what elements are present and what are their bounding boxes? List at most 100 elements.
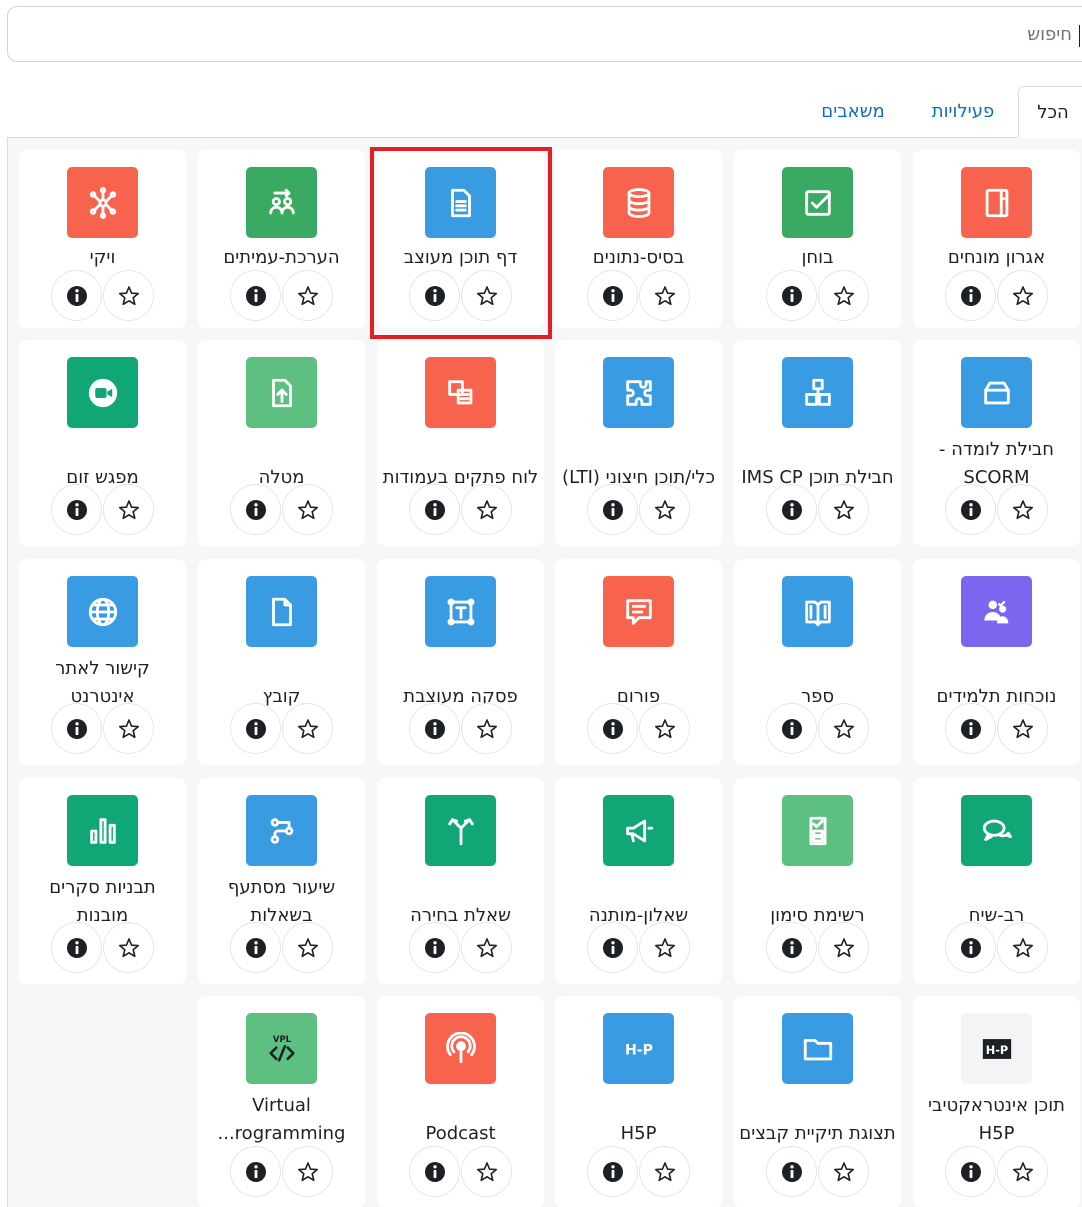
info-button[interactable]	[409, 922, 460, 973]
info-button[interactable]	[587, 484, 638, 535]
info-button[interactable]	[766, 1146, 817, 1197]
info-button[interactable]	[409, 703, 460, 754]
star-button[interactable]	[639, 270, 690, 321]
info-button[interactable]	[587, 270, 638, 321]
svg-text:H-P: H-P	[985, 1042, 1008, 1056]
star-button[interactable]	[818, 484, 869, 535]
info-button[interactable]	[230, 703, 281, 754]
star-button[interactable]	[282, 270, 333, 321]
module-card[interactable]: Podcast	[377, 996, 544, 1207]
info-button[interactable]	[230, 270, 281, 321]
info-button[interactable]	[766, 703, 817, 754]
module-card[interactable]: לוח פתקים בעמודות	[377, 340, 544, 546]
module-card[interactable]: קובץ	[198, 559, 365, 765]
info-button[interactable]	[945, 1146, 996, 1197]
star-button[interactable]	[103, 270, 154, 321]
info-button[interactable]	[51, 703, 102, 754]
info-button[interactable]	[230, 1146, 281, 1197]
star-button[interactable]	[461, 270, 512, 321]
info-button[interactable]	[51, 922, 102, 973]
glossary-icon	[961, 167, 1032, 238]
star-button[interactable]	[461, 922, 512, 973]
module-card[interactable]: רשימת סימון	[734, 778, 901, 984]
star-button[interactable]	[818, 703, 869, 754]
info-button[interactable]	[51, 484, 102, 535]
module-card[interactable]: H-P תוכן אינטראקטיבי H5P	[913, 996, 1080, 1207]
module-card[interactable]: תצוגת תיקיית קבצים	[734, 996, 901, 1207]
info-button[interactable]	[766, 270, 817, 321]
info-button[interactable]	[230, 484, 281, 535]
star-button[interactable]	[639, 1146, 690, 1197]
star-button[interactable]	[997, 703, 1048, 754]
info-button[interactable]	[409, 270, 460, 321]
info-button[interactable]	[587, 1146, 638, 1197]
star-button[interactable]	[818, 270, 869, 321]
star-button[interactable]	[282, 922, 333, 973]
info-button[interactable]	[409, 484, 460, 535]
star-button[interactable]	[461, 1146, 512, 1197]
search-input[interactable]: חיפוש	[7, 6, 1082, 62]
star-button[interactable]	[461, 484, 512, 535]
star-button[interactable]	[639, 922, 690, 973]
module-card[interactable]: שיעור מסתעף בשאלות	[198, 778, 365, 984]
star-button[interactable]	[818, 1146, 869, 1197]
module-card[interactable]: הערכת-עמיתים	[198, 150, 365, 328]
info-button[interactable]	[587, 703, 638, 754]
module-card[interactable]: מפגש זום	[19, 340, 186, 546]
url-icon	[67, 576, 138, 647]
module-card[interactable]: כלי/תוכן חיצוני (LTI)	[555, 340, 722, 546]
info-button[interactable]	[945, 270, 996, 321]
module-card[interactable]: חבילת תוכן IMS CP	[734, 340, 901, 546]
module-card[interactable]: מטלה	[198, 340, 365, 546]
star-button[interactable]	[997, 484, 1048, 535]
module-card[interactable]: ספר	[734, 559, 901, 765]
star-button[interactable]	[103, 922, 154, 973]
star-button[interactable]	[461, 703, 512, 754]
tab-activities[interactable]: פעילויות	[918, 86, 1008, 138]
star-button[interactable]	[282, 1146, 333, 1197]
tab-resources[interactable]: משאבים	[808, 86, 898, 138]
info-button[interactable]	[766, 484, 817, 535]
star-button[interactable]	[282, 703, 333, 754]
star-button[interactable]	[818, 922, 869, 973]
star-button[interactable]	[103, 703, 154, 754]
star-button[interactable]	[103, 484, 154, 535]
module-card[interactable]: פסקה מעוצבת	[377, 559, 544, 765]
info-button[interactable]	[945, 922, 996, 973]
module-card[interactable]: תבניות סקרים מובנות	[19, 778, 186, 984]
tab-all[interactable]: הכל	[1018, 86, 1082, 138]
info-button[interactable]	[587, 922, 638, 973]
info-button[interactable]	[409, 1146, 460, 1197]
module-card[interactable]: שאלת בחירה	[377, 778, 544, 984]
module-card[interactable]: VPL Virtual ...rogramming	[198, 996, 365, 1207]
module-card[interactable]: פורום	[555, 559, 722, 765]
module-card[interactable]: רב-שיח	[913, 778, 1080, 984]
module-card[interactable]: נוכחות תלמידים	[913, 559, 1080, 765]
module-card[interactable]: אגרון מונחים	[913, 150, 1080, 328]
module-card[interactable]: H-P H5P	[555, 996, 722, 1207]
star-button[interactable]	[282, 484, 333, 535]
info-button[interactable]	[945, 703, 996, 754]
module-card[interactable]: בסיס-נתונים	[555, 150, 722, 328]
search-value: חיפוש	[1027, 24, 1072, 45]
module-card[interactable]: בוחן	[734, 150, 901, 328]
podcast-icon	[425, 1013, 496, 1084]
info-button[interactable]	[945, 484, 996, 535]
module-card[interactable]: דף תוכן מעוצב	[377, 150, 544, 328]
info-button[interactable]	[51, 270, 102, 321]
scorm-icon	[961, 357, 1032, 428]
page-icon	[425, 167, 496, 238]
module-card[interactable]: קישור לאתר אינטרנט	[19, 559, 186, 765]
feedback-icon	[603, 795, 674, 866]
info-button[interactable]	[766, 922, 817, 973]
star-button[interactable]	[997, 922, 1048, 973]
imscp-icon	[782, 357, 853, 428]
star-button[interactable]	[639, 703, 690, 754]
star-button[interactable]	[997, 1146, 1048, 1197]
module-card[interactable]: ויקי	[19, 150, 186, 328]
info-button[interactable]	[230, 922, 281, 973]
star-button[interactable]	[639, 484, 690, 535]
module-card[interactable]: שאלון-מותנה	[555, 778, 722, 984]
module-card[interactable]: חבילת לומדה - SCORM	[913, 340, 1080, 546]
star-button[interactable]	[997, 270, 1048, 321]
